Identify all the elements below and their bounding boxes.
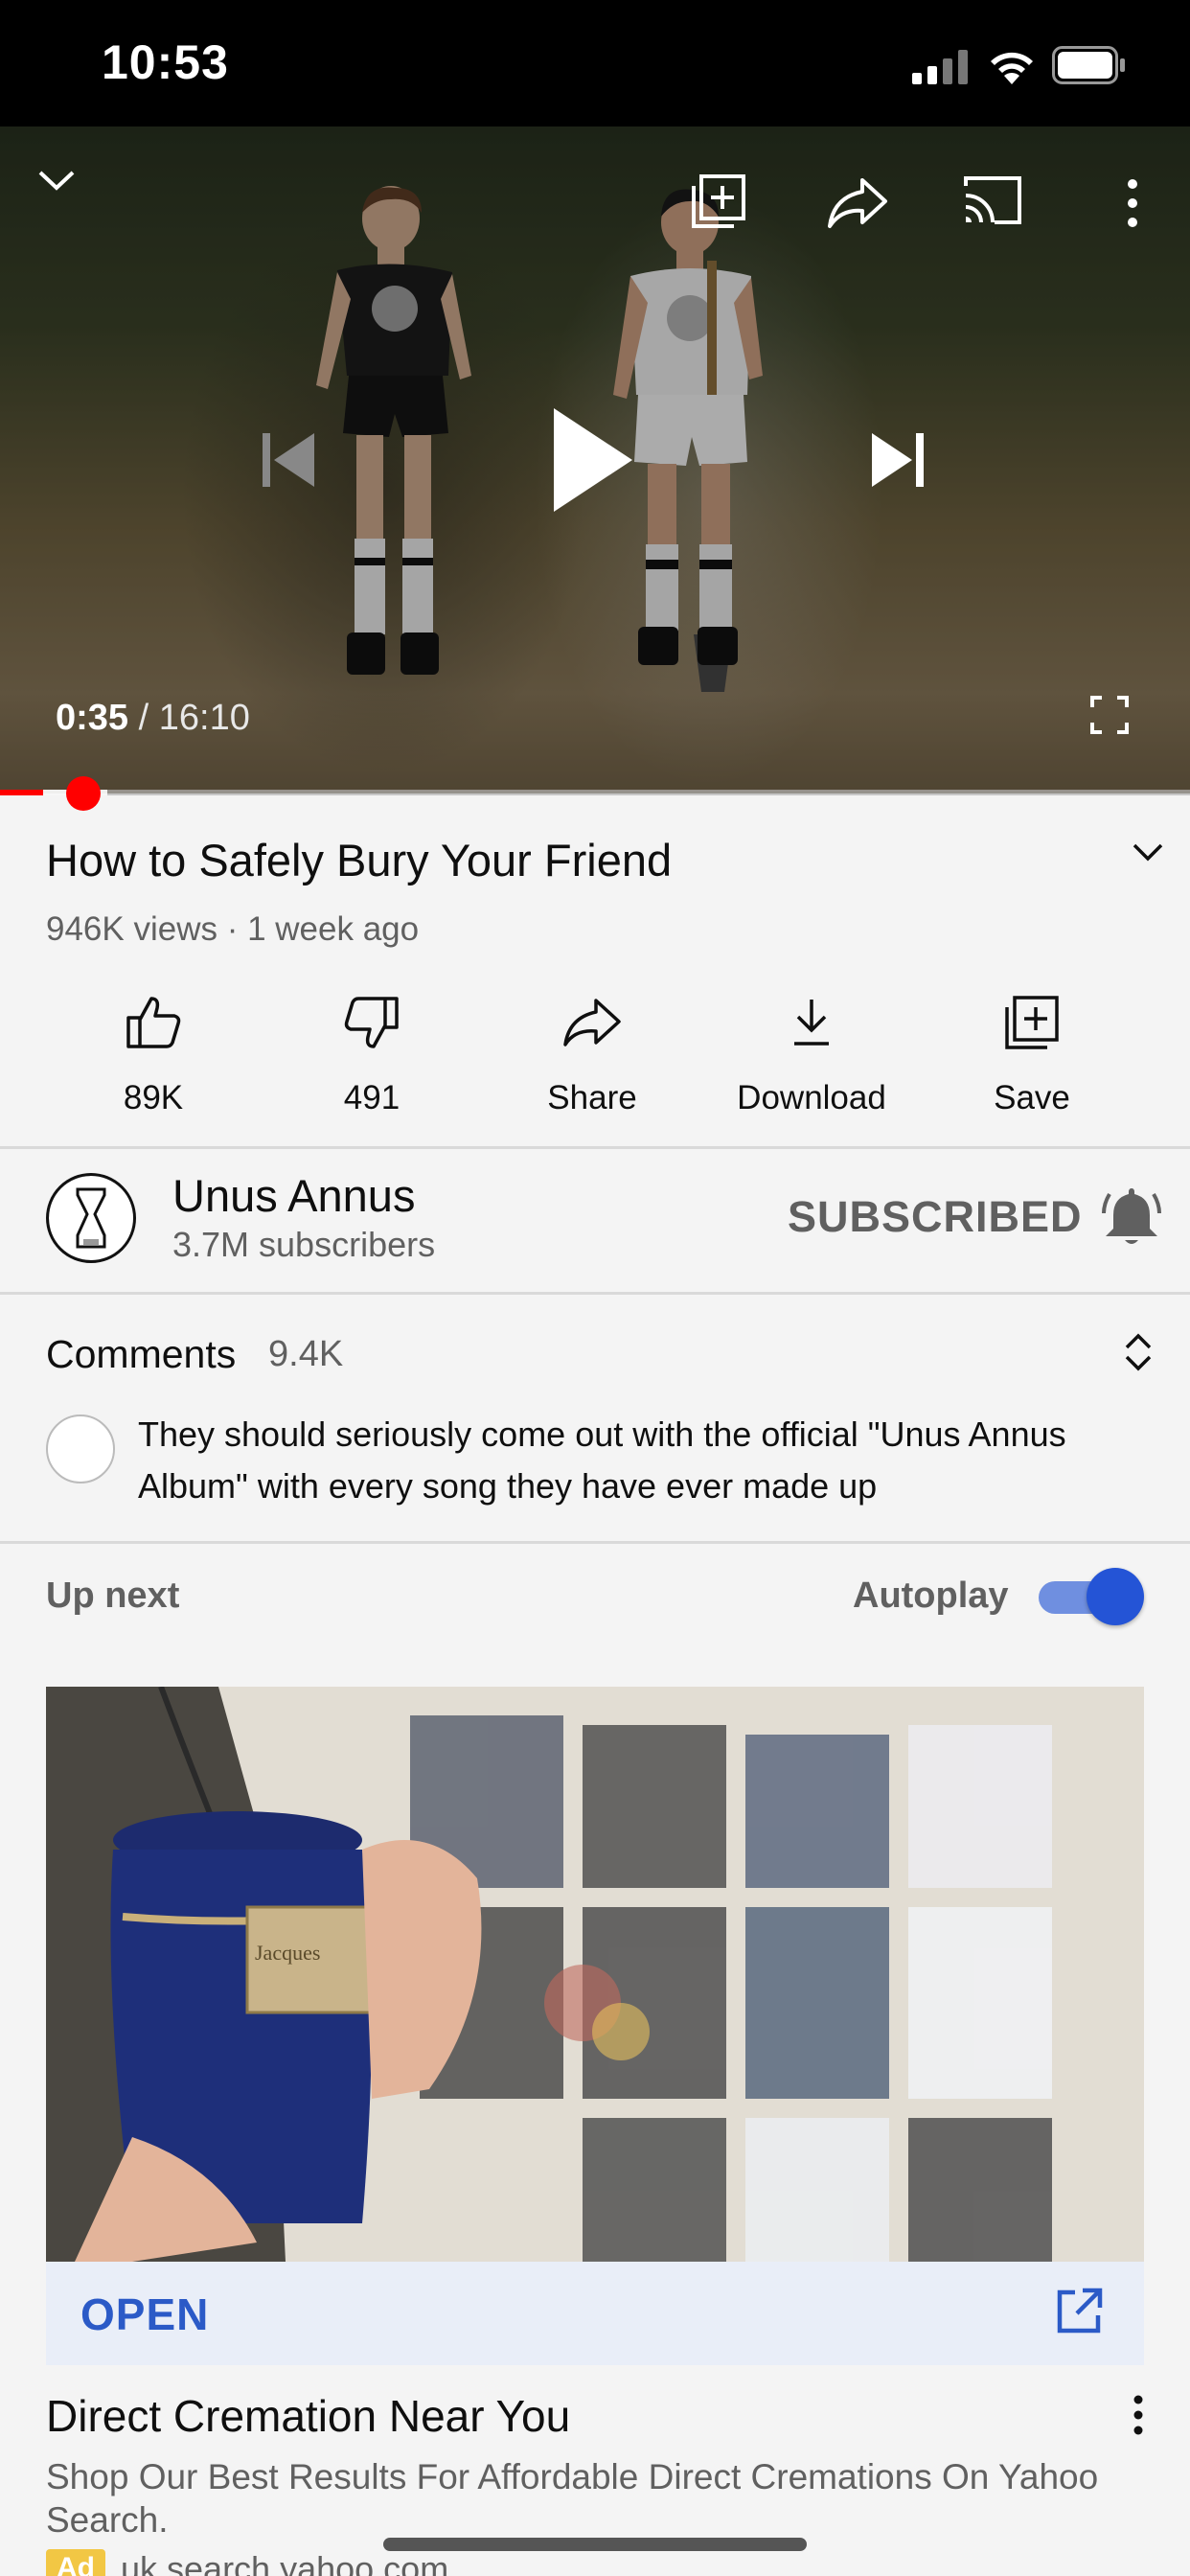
urn-plate-text: Jacques: [255, 1941, 320, 1965]
ad-domain: uk.search.yahoo.com: [121, 2549, 449, 2576]
thumbs-up-icon: [57, 987, 249, 1058]
previous-video-icon[interactable]: [261, 431, 318, 489]
battery-icon: [1052, 46, 1127, 84]
time-readout: 0:35 / 16:10: [56, 698, 250, 739]
autoplay-toggle[interactable]: [1039, 1568, 1144, 1625]
current-time: 0:35: [56, 698, 129, 738]
divider: [0, 1541, 1190, 1544]
share-button[interactable]: Share: [496, 987, 688, 1117]
share-icon: [496, 987, 688, 1058]
play-icon[interactable]: [550, 404, 636, 516]
download-icon: [716, 987, 907, 1058]
ad-badge: Ad: [46, 2549, 105, 2576]
video-player[interactable]: 0:35 / 16:10: [0, 126, 1190, 794]
comments-count: 9.4K: [268, 1334, 344, 1374]
progress-scrubber[interactable]: [65, 776, 101, 811]
like-count: 89K: [123, 1079, 184, 1116]
time-separator: /: [128, 698, 159, 738]
progress-played: [0, 790, 43, 795]
minimize-chevron-icon[interactable]: [34, 163, 79, 201]
fullscreen-icon[interactable]: [1090, 696, 1129, 734]
save-button[interactable]: Save: [936, 987, 1128, 1117]
dislike-button[interactable]: 491: [276, 987, 468, 1117]
more-options-icon[interactable]: [1121, 176, 1144, 230]
comments-title[interactable]: Comments: [46, 1332, 236, 1377]
download-label: Download: [737, 1079, 886, 1116]
divider: [0, 1292, 1190, 1295]
channel-subscribers: 3.7M subscribers: [172, 1225, 436, 1264]
external-link-icon[interactable]: [1054, 2287, 1104, 2341]
like-button[interactable]: 89K: [57, 987, 249, 1117]
video-duration: 16:10: [158, 698, 250, 738]
ad-title[interactable]: Direct Cremation Near You: [46, 2390, 570, 2442]
notification-bell-icon[interactable]: [1102, 1184, 1161, 1253]
download-button[interactable]: Download: [716, 987, 907, 1117]
video-title[interactable]: How to Safely Bury Your Friend: [46, 834, 672, 886]
share-icon[interactable]: [826, 176, 889, 230]
commenter-avatar: [46, 1414, 115, 1484]
wifi-icon: [985, 46, 1039, 86]
action-bar: 89K 491 Share Download Save: [0, 987, 1190, 1140]
ad-thumbnail[interactable]: Jacques: [46, 1687, 1144, 2262]
status-time: 10:53: [102, 35, 229, 89]
up-next-label: Up next: [46, 1576, 180, 1616]
ad-open-bar[interactable]: [46, 2262, 1144, 2365]
cellular-signal-icon: [912, 50, 972, 84]
share-label: Share: [547, 1079, 637, 1116]
progress-bar[interactable]: [0, 790, 1190, 795]
save-to-playlist-icon: [936, 987, 1128, 1058]
add-to-playlist-icon[interactable]: [690, 172, 747, 230]
autoplay-label: Autoplay: [853, 1576, 1009, 1616]
autoplay-toggle-knob: [1087, 1568, 1144, 1625]
thumbs-down-icon: [276, 987, 468, 1058]
dislike-count: 491: [343, 1079, 400, 1116]
cast-icon[interactable]: [962, 174, 1023, 228]
ad-more-options-icon[interactable]: [1129, 2394, 1148, 2441]
status-bar: 10:53: [0, 0, 1190, 126]
subscribed-button[interactable]: SUBSCRIBED: [788, 1192, 1083, 1242]
channel-avatar[interactable]: [46, 1173, 136, 1263]
next-video-icon[interactable]: [868, 431, 926, 489]
expand-description-icon[interactable]: [1131, 840, 1165, 871]
expand-comments-icon[interactable]: [1121, 1330, 1156, 1379]
ad-description: Shop Our Best Results For Affordable Dir…: [46, 2457, 1099, 2540]
divider: [0, 1146, 1190, 1149]
save-label: Save: [994, 1079, 1070, 1116]
top-comment-text[interactable]: They should seriously come out with the …: [138, 1409, 1115, 1512]
channel-name[interactable]: Unus Annus: [172, 1169, 415, 1222]
video-meta: 946K views · 1 week ago: [46, 910, 420, 948]
ad-open-button[interactable]: OPEN: [80, 2288, 209, 2340]
home-indicator[interactable]: [383, 2538, 807, 2551]
